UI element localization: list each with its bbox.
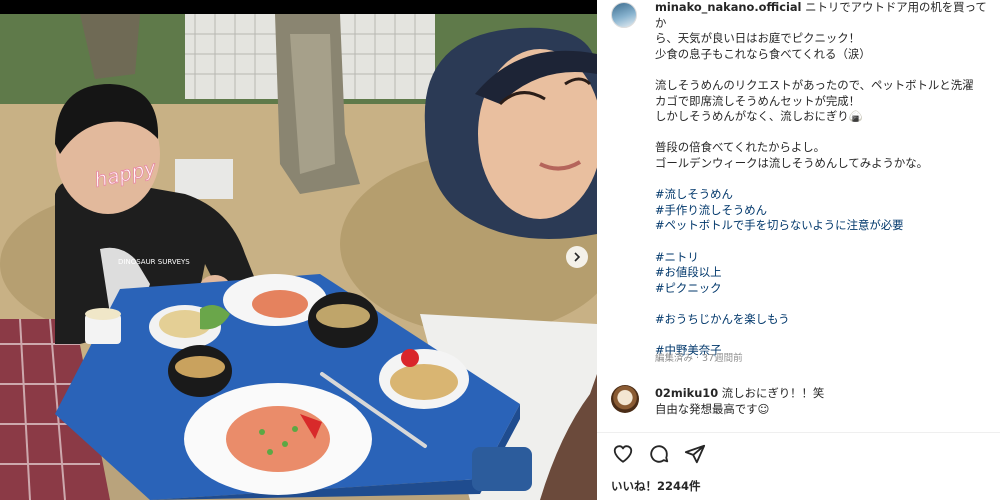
comment-icon [650,445,669,463]
action-bar [611,442,707,466]
caption-line: ゴールデンウィークは流しそうめんしてみようかな。 [655,155,929,170]
caption-gap [655,234,995,250]
caption-line: カゴで即席流しそうめんセットが完成！ [655,93,861,108]
caption-line: 少食の息子もこれなら食べてくれる（涙） [655,46,871,61]
like-count[interactable]: いいね！2244件 [611,478,701,494]
hashtag-link[interactable]: #ピクニック [655,281,995,297]
heart-icon [613,445,633,463]
post-photo: happy DINOSAUR SURVEYS [0,14,597,500]
comment: 02miku10 流しおにぎり！！笑 自由な発想最高です☺ [655,386,985,417]
post-caption: minako_nakano.official ニトリでアウトドア用の机を買ってか… [655,0,995,359]
share-icon [684,444,706,464]
post-side-panel: minako_nakano.official ニトリでアウトドア用の机を買ってか… [597,0,1000,500]
caption-gap [655,125,995,141]
like-button[interactable] [611,442,635,466]
hashtag-link[interactable]: #手作り流しそうめん [655,203,995,219]
caption-gap [655,172,995,188]
author-username[interactable]: minako_nakano.official [655,0,801,14]
caption-gap [655,327,995,343]
caption-gap [655,62,995,78]
caption-line: ら、天気が良い日はお庭でピクニック！ [655,31,861,46]
caption-gap [655,296,995,312]
caption-line: しかしそうめんがなく、流しおにぎり🍙 [655,109,863,124]
divider [597,432,1000,433]
comment-line: 自由な発想最高です☺ [655,401,770,416]
hashtag-link[interactable]: #ニトリ [655,250,995,266]
author-avatar[interactable] [611,2,637,28]
post-meta: 編集済み · 37週間前 [655,353,743,364]
hashtag-link[interactable]: #お値段以上 [655,265,995,281]
commenter-avatar[interactable] [611,385,639,413]
instagram-post-view: happy DINOSAUR SURVEYS minako_nakano.off… [0,0,1000,500]
comment-text: 流しおにぎり！！笑 [721,386,825,400]
caption-line: 流しそうめんのリクエストがあったので、ペットボトルと洗濯 [655,77,974,92]
hashtag-link[interactable]: #ペットボトルで手を切らないように注意が必要 [655,218,995,234]
shirt-print: DINOSAUR SURVEYS [118,258,190,266]
caption-line: 普段の倍食べてくれたからよし。 [655,140,826,155]
comment-line: 02miku10 流しおにぎり！！笑 [655,386,985,402]
caption-line: minako_nakano.official ニトリでアウトドア用の机を買ってか [655,0,995,31]
next-photo-button[interactable] [566,246,588,268]
comment-button[interactable] [647,442,671,466]
hashtag-link[interactable]: #おうちじかんを楽しもう [655,312,995,328]
share-button[interactable] [683,442,707,466]
chevron-right-icon [574,252,581,262]
hashtag-link[interactable]: #流しそうめん [655,187,995,203]
commenter-username[interactable]: 02miku10 [655,386,718,400]
photo-panel: happy DINOSAUR SURVEYS [0,0,597,500]
